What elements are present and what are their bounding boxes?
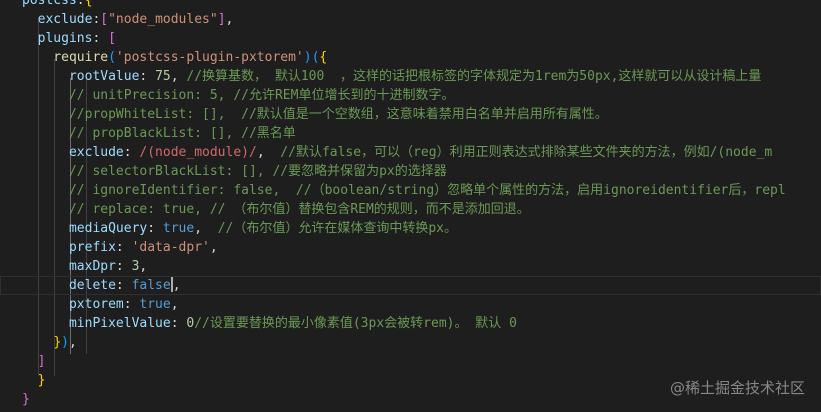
code-token: //设置要替换的最小像素值(3px会被转rem)。 默认 0: [194, 316, 517, 331]
code-token: :: [115, 278, 132, 293]
code-token: ]: [37, 354, 46, 369]
code-token: mediaQuery: [22, 221, 148, 236]
code-token: //（布尔值）允许在媒体查询中转换px。: [217, 221, 457, 236]
code-token: postcss: [22, 0, 77, 8]
code-token: ,: [139, 259, 148, 274]
code-token: true: [162, 221, 195, 236]
code-editor[interactable]: postcss:{ exclude:["node_modules"], plug…: [0, 0, 821, 412]
code-token: /(node_module)/: [139, 145, 257, 160]
code-token: [: [108, 31, 116, 46]
code-line[interactable]: maxDpr: 3,: [0, 257, 821, 276]
code-token: maxDpr: [22, 259, 116, 274]
code-line[interactable]: delete: false,: [0, 276, 821, 295]
code-token: ,: [172, 278, 181, 293]
code-token: rootValue: [22, 69, 140, 84]
code-token: //默认false，可以（reg）利用正则表达式排除某些文件夹的方法，例如/(n…: [280, 145, 773, 160]
code-token: false: [131, 278, 171, 293]
code-token: :: [123, 297, 140, 312]
code-token: ,: [68, 335, 77, 350]
code-token: ,: [225, 12, 234, 27]
code-line[interactable]: // propBlackList: [], //黑名单: [0, 124, 821, 143]
code-line[interactable]: rootValue: 75, //换算基数， 默认100 ，这样的话把根标签的字…: [0, 67, 821, 86]
code-token: ,: [170, 69, 187, 84]
code-token: 75: [155, 69, 171, 84]
code-token: 'postcss-plugin-pxtorem': [115, 50, 304, 65]
code-token: prefix: [22, 240, 116, 255]
code-token: :: [139, 69, 156, 84]
code-token: pxtorem: [22, 297, 124, 312]
code-token: ,: [170, 297, 179, 312]
code-token: ,: [256, 145, 281, 160]
code-token: true: [139, 297, 171, 312]
code-token: ): [61, 335, 69, 350]
code-token: ]: [217, 12, 226, 27]
code-token: exclude: [22, 12, 93, 27]
code-token: 'data-dpr': [131, 240, 210, 255]
code-token: :: [92, 31, 109, 46]
code-token: {: [84, 0, 93, 8]
code-token: // unitPrecision: 5, //允许REM单位增长到的十进制数字。: [22, 88, 455, 103]
code-token: :: [76, 0, 85, 8]
code-token: exclude: [22, 145, 124, 160]
code-line[interactable]: // selectorBlackList: [], //要忽略并保留为px的选择…: [0, 162, 821, 181]
code-line[interactable]: prefix: 'data-dpr',: [0, 238, 821, 257]
code-token: // selectorBlackList: [], //要忽略并保留为px的选择…: [22, 164, 447, 179]
code-token: plugins: [22, 31, 93, 46]
code-token: // ignoreIdentifier: false, //（boolean/s…: [22, 183, 786, 198]
code-line[interactable]: ]: [0, 352, 821, 371]
code-line[interactable]: // unitPrecision: 5, //允许REM单位增长到的十进制数字。: [0, 86, 821, 105]
code-line[interactable]: postcss:{: [0, 0, 821, 10]
code-token: //propWhiteList: [], //默认值是一个空数组，这意味着禁用白…: [22, 107, 608, 122]
code-token: {: [319, 50, 328, 65]
code-line[interactable]: exclude: /(node_module)/, //默认false，可以（r…: [0, 143, 821, 162]
code-line[interactable]: // replace: true, // （布尔值）替换包含REM的规则，而不是…: [0, 200, 821, 219]
code-token: }: [53, 335, 62, 350]
code-token: // propBlackList: [], //黑名单: [22, 126, 296, 141]
code-line[interactable]: mediaQuery: true, //（布尔值）允许在媒体查询中转换px。: [0, 219, 821, 238]
code-token: ,: [194, 221, 218, 236]
code-token: :: [115, 240, 132, 255]
code-token: :: [147, 221, 163, 236]
code-token: ,: [209, 240, 218, 255]
code-line[interactable]: require('postcss-plugin-pxtorem')({: [0, 48, 821, 67]
code-token: minPixelValue: [22, 316, 171, 331]
code-token: require: [22, 50, 109, 65]
code-token: // replace: true, // （布尔值）替换包含REM的规则，而不是…: [22, 202, 530, 217]
code-token: //换算基数， 默认100 ，这样的话把根标签的字体规定为1rem为50px,这…: [186, 69, 762, 84]
code-token: "node_modules": [108, 12, 218, 27]
watermark: @稀土掘金技术社区: [669, 379, 805, 397]
code-token: }: [22, 392, 30, 407]
code-token: delete: [22, 278, 116, 293]
code-token: :: [115, 259, 132, 274]
code-line[interactable]: minPixelValue: 0//设置要替换的最小像素值(3px会被转rem)…: [0, 314, 821, 333]
code-line[interactable]: plugins: [: [0, 29, 821, 48]
code-token: [: [100, 12, 109, 27]
code-line[interactable]: //propWhiteList: [], //默认值是一个空数组，这意味着禁用白…: [0, 105, 821, 124]
code-line[interactable]: pxtorem: true,: [0, 295, 821, 314]
code-token: :: [123, 145, 140, 160]
code-token: ): [303, 50, 312, 65]
code-line[interactable]: exclude:["node_modules"],: [0, 10, 821, 29]
code-line[interactable]: }),: [0, 333, 821, 352]
code-line[interactable]: // ignoreIdentifier: false, //（boolean/s…: [0, 181, 821, 200]
code-token: :: [170, 316, 187, 331]
code-token: (: [108, 50, 116, 65]
code-token: }: [37, 373, 46, 388]
